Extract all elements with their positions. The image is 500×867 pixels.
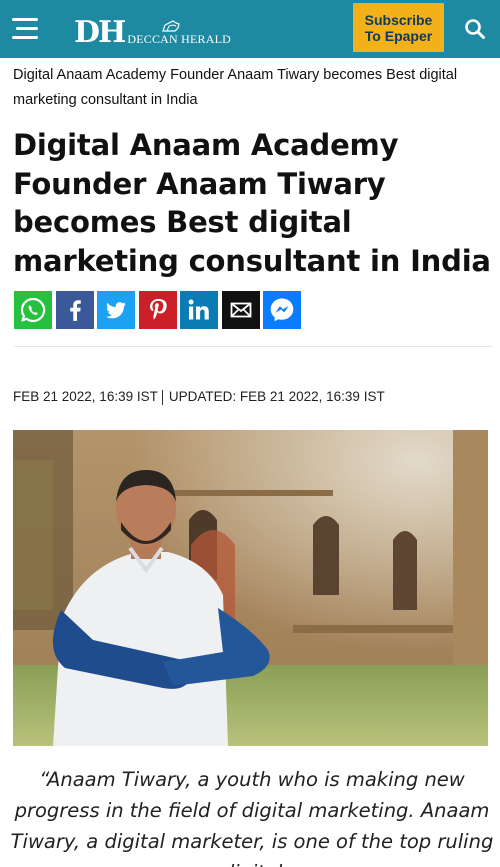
divider (14, 346, 492, 347)
updated-date: UPDATED: FEB 21 2022, 16:39 IST (168, 389, 385, 404)
hamburger-menu-icon[interactable] (12, 18, 40, 40)
messenger-icon (270, 298, 294, 322)
logo-mark: DH (74, 15, 126, 50)
share-bar (14, 291, 301, 329)
linkedin-icon (188, 299, 209, 320)
published-date: FEB 21 2022, 16:39 IST (13, 389, 158, 404)
date-separator (161, 389, 163, 405)
logo-emblem-icon (162, 20, 181, 32)
facebook-icon (69, 300, 81, 321)
search-icon[interactable] (464, 18, 486, 40)
email-icon (230, 302, 251, 318)
email-share-button[interactable] (221, 291, 260, 329)
pinterest-share-button[interactable] (138, 291, 177, 329)
epaper-label: To Epaper (364, 27, 433, 44)
twitter-share-button[interactable] (97, 291, 135, 329)
article-quote: “Anaam Tiwary, a youth who is making new… (10, 768, 494, 867)
site-logo[interactable]: DH DECCAN HERALD (74, 14, 231, 48)
subscribe-epaper-button[interactable]: Subscribe To Epaper (353, 3, 444, 52)
logo-text: DECCAN HERALD (127, 32, 231, 46)
linkedin-share-button[interactable] (180, 291, 218, 329)
twitter-icon (106, 302, 126, 319)
messenger-share-button[interactable] (263, 291, 301, 329)
article-headline: Digital Anaam Academy Founder Anaam Tiwa… (13, 128, 491, 278)
whatsapp-share-button[interactable] (14, 291, 52, 329)
dateline: FEB 21 2022, 16:39 IST UPDATED: FEB 21 20… (13, 389, 385, 405)
subscribe-label: Subscribe (364, 11, 433, 28)
pinterest-icon (149, 299, 167, 320)
photo-illustration (13, 430, 488, 746)
breadcrumb[interactable]: Digital Anaam Academy Founder Anaam Tiwa… (13, 63, 483, 113)
article-photo (13, 430, 488, 746)
top-header: DH DECCAN HERALD Subscribe To Epaper (0, 0, 500, 58)
whatsapp-icon (20, 297, 46, 323)
facebook-share-button[interactable] (55, 291, 94, 329)
